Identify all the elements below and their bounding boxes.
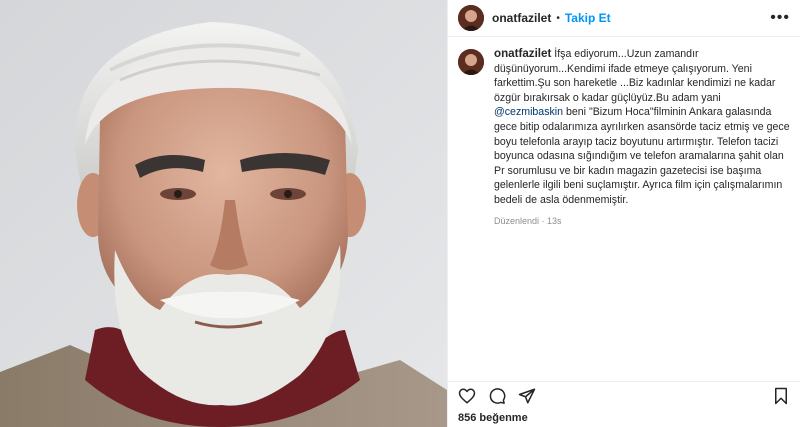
caption-avatar[interactable] [458, 49, 484, 75]
author-username[interactable]: onatfazilet [492, 11, 551, 25]
edited-timestamp: Düzenlendi · 13s [494, 215, 562, 226]
post-side-panel: onatfazilet • Takip Et ••• onatfazilet İ… [447, 0, 800, 427]
caption-username[interactable]: onatfazilet [494, 47, 551, 60]
share-icon[interactable] [518, 387, 536, 405]
caption-comment: onatfazilet İfşa ediyorum...Uzun zamandı… [448, 37, 800, 228]
avatar-image [458, 5, 484, 31]
more-options-icon[interactable]: ••• [770, 9, 790, 27]
post-header: onatfazilet • Takip Et ••• [448, 0, 800, 37]
action-bar [448, 381, 800, 409]
bookmark-icon[interactable] [772, 387, 790, 405]
avatar-image [458, 49, 484, 75]
likes-count[interactable]: 856 beğenme [458, 412, 528, 424]
instagram-post: onatfazilet • Takip Et ••• onatfazilet İ… [0, 0, 800, 427]
caption-body: onatfazilet İfşa ediyorum...Uzun zamandı… [494, 47, 790, 228]
mention-link[interactable]: @cezmibaskin [494, 106, 563, 118]
caption-text: onatfazilet İfşa ediyorum...Uzun zamandı… [494, 47, 790, 208]
heart-icon[interactable] [458, 387, 476, 405]
post-photo [0, 0, 447, 427]
comment-icon[interactable] [488, 387, 506, 405]
author-avatar[interactable] [458, 5, 484, 31]
portrait-photo [0, 0, 447, 427]
follow-button[interactable]: Takip Et [565, 11, 611, 25]
caption-text-part2: beni "Bizum Hoca"filminin Ankara galasın… [494, 106, 790, 206]
separator-dot: • [556, 12, 560, 24]
